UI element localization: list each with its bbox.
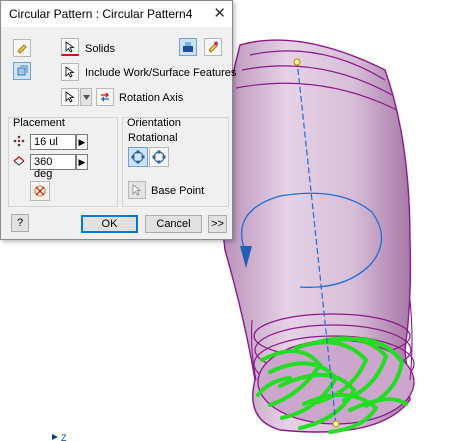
view-triad: Z bbox=[52, 433, 67, 441]
new-solid-icon[interactable] bbox=[204, 38, 222, 56]
angle-field[interactable]: 360 deg bbox=[30, 154, 76, 180]
flip-direction-icon[interactable] bbox=[96, 88, 114, 106]
angle-arrow-icon[interactable]: ▶ bbox=[76, 154, 88, 170]
rotation-axis-label: Rotation Axis bbox=[119, 92, 184, 104]
join-solids-icon[interactable] bbox=[179, 38, 197, 56]
ok-button[interactable]: OK bbox=[81, 215, 138, 233]
base-point-select-icon[interactable] bbox=[128, 181, 146, 199]
pattern-features-icon[interactable] bbox=[13, 39, 31, 57]
count-arrow-icon[interactable]: ▶ bbox=[76, 134, 88, 150]
pattern-solids-icon[interactable] bbox=[13, 62, 31, 80]
rotational-icon[interactable] bbox=[128, 147, 148, 167]
base-point-label: Base Point bbox=[151, 185, 205, 197]
rotation-axis-select-icon[interactable] bbox=[61, 88, 79, 106]
dialog-title: Circular Pattern : Circular Pattern4 bbox=[9, 7, 193, 21]
include-features-label: Include Work/Surface Features bbox=[85, 67, 237, 79]
count-icon bbox=[13, 135, 25, 150]
solids-label: Solids bbox=[85, 43, 115, 55]
rotation-axis-dropdown-icon[interactable] bbox=[80, 88, 92, 106]
placement-heading: Placement bbox=[13, 117, 65, 129]
close-icon[interactable]: ✕ bbox=[213, 4, 226, 22]
fixed-icon[interactable] bbox=[149, 147, 169, 167]
circular-pattern-dialog: Circular Pattern : Circular Pattern4 ✕ S… bbox=[0, 0, 237, 240]
cancel-button[interactable]: Cancel bbox=[145, 215, 202, 233]
help-button[interactable]: ? bbox=[11, 214, 29, 232]
orientation-heading: Orientation bbox=[127, 117, 181, 129]
rotational-label: Rotational bbox=[128, 132, 178, 144]
angle-icon bbox=[13, 155, 25, 170]
title-bar: Circular Pattern : Circular Pattern4 ✕ bbox=[1, 1, 232, 27]
help-icon: ? bbox=[16, 217, 24, 229]
include-features-select-icon[interactable] bbox=[61, 63, 79, 81]
fitted-icon[interactable] bbox=[30, 181, 50, 201]
solids-select-icon[interactable] bbox=[61, 38, 79, 56]
more-button[interactable]: >> bbox=[208, 215, 227, 233]
triad-label: Z bbox=[61, 433, 67, 441]
count-field[interactable]: 16 ul bbox=[30, 134, 76, 150]
